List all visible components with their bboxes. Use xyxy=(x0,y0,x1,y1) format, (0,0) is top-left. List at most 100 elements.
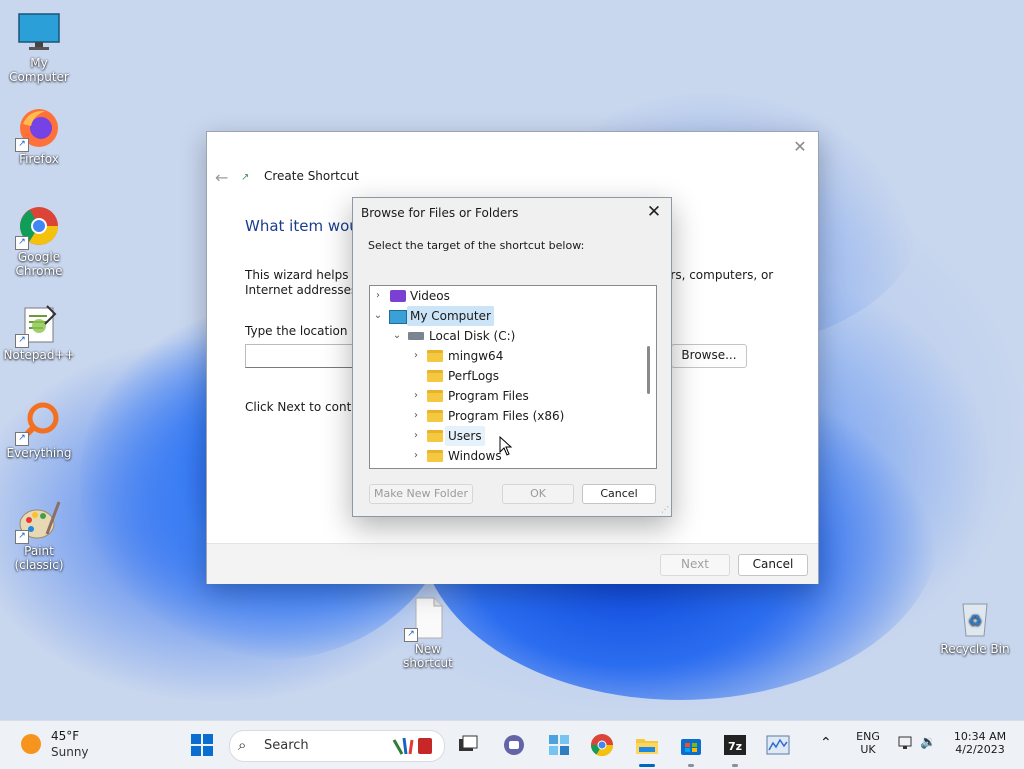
desktop-icon-notepadpp[interactable]: ↗ Notepad++ xyxy=(0,302,78,362)
shortcut-arrow-icon: ↗ xyxy=(15,432,29,446)
wizard-description-line2: Internet addresses. xyxy=(245,283,362,297)
tree-item-label: Windows xyxy=(448,449,502,463)
language-code: ENG xyxy=(856,730,880,743)
shortcut-arrow-icon: ↗ xyxy=(15,530,29,544)
folder-icon xyxy=(427,390,443,402)
tree-item-label: Videos xyxy=(410,289,450,303)
resource-monitor-icon[interactable] xyxy=(766,733,790,757)
running-app-indicator xyxy=(688,764,694,767)
clock-time: 10:34 AM xyxy=(953,730,1007,743)
weather-condition: Sunny xyxy=(51,745,89,759)
magnifier-icon: ↗ xyxy=(15,400,61,446)
chevron-right-icon[interactable]: › xyxy=(410,346,422,366)
shortcut-wizard-icon: ↗ xyxy=(241,172,250,183)
tree-item-program-files[interactable]: › Program Files xyxy=(370,386,640,406)
tree-item-label: Program Files (x86) xyxy=(448,409,565,423)
tree-item-perflogs[interactable]: PerfLogs xyxy=(370,366,640,386)
chevron-right-icon[interactable]: › xyxy=(372,286,384,306)
chevron-right-icon[interactable]: › xyxy=(410,406,422,426)
network-icon[interactable] xyxy=(898,736,914,750)
tree-item-label: Local Disk (C:) xyxy=(429,329,516,343)
wizard-title: Create Shortcut xyxy=(264,169,359,183)
desktop-icon-label: My Computer xyxy=(9,56,69,84)
notepadpp-icon: ↗ xyxy=(15,302,61,348)
file-explorer-icon[interactable] xyxy=(635,733,659,757)
desktop-icon-everything[interactable]: ↗ Everything xyxy=(0,400,78,460)
folder-icon xyxy=(427,430,443,442)
desktop: My Computer ↗ Firefox ↗ Google Chrome ↗ … xyxy=(0,0,1024,720)
recycle-bin-icon: ♻ xyxy=(953,596,997,640)
clock[interactable]: 10:34 AM 4/2/2023 xyxy=(948,730,1012,756)
widgets-icon[interactable] xyxy=(547,733,571,757)
tree-item-mingw64[interactable]: › mingw64 xyxy=(370,346,640,366)
folder-icon xyxy=(427,450,443,462)
tree-item-videos[interactable]: › Videos xyxy=(370,286,640,306)
browse-cancel-button[interactable]: Cancel xyxy=(582,484,656,504)
desktop-icon-label: Notepad++ xyxy=(3,348,75,362)
wizard-footer: Next Cancel xyxy=(207,543,818,584)
chevron-right-icon[interactable]: › xyxy=(410,426,422,446)
firefox-icon: ↗ xyxy=(15,106,61,152)
weather-temperature: 45°F xyxy=(51,729,80,743)
svg-text:7z: 7z xyxy=(728,740,742,753)
folder-tree[interactable]: › Videos ⌄ My Computer ⌄ Local Disk (C:)… xyxy=(369,285,657,469)
desktop-icon-label: Google Chrome xyxy=(15,250,63,278)
search-highlight-icon xyxy=(390,736,436,756)
tree-item-local-disk[interactable]: ⌄ Local Disk (C:) xyxy=(370,326,640,346)
desktop-icon-my-computer[interactable]: My Computer xyxy=(0,10,78,84)
resize-grip-icon[interactable]: ⋰ xyxy=(661,505,669,514)
tree-scrollbar-thumb[interactable] xyxy=(647,346,650,394)
7zip-icon[interactable]: 7z xyxy=(723,733,747,757)
desktop-icon-recycle-bin[interactable]: ♻ Recycle Bin xyxy=(936,596,1014,656)
running-app-indicator xyxy=(732,764,738,767)
tree-item-program-files-x86[interactable]: › Program Files (x86) xyxy=(370,406,640,426)
wizard-cancel-button[interactable]: Cancel xyxy=(738,554,808,576)
chevron-up-icon[interactable]: ⌃ xyxy=(820,735,832,751)
teams-chat-icon[interactable] xyxy=(502,733,526,757)
volume-icon[interactable]: 🔉 xyxy=(920,735,936,750)
browse-instruction: Select the target of the shortcut below: xyxy=(368,239,585,252)
browse-button[interactable]: Browse... xyxy=(671,344,747,368)
chrome-taskbar-icon[interactable] xyxy=(590,733,614,757)
monitor-icon xyxy=(17,10,61,54)
ok-button[interactable]: OK xyxy=(502,484,574,504)
browse-close-button[interactable]: ✕ xyxy=(643,202,665,222)
desktop-icon-chrome[interactable]: ↗ Google Chrome xyxy=(0,204,78,278)
task-view-icon[interactable] xyxy=(456,733,480,757)
chevron-right-icon[interactable]: › xyxy=(410,446,422,466)
browse-dialog: Browse for Files or Folders ✕ Select the… xyxy=(352,197,672,517)
active-app-indicator xyxy=(639,764,655,767)
chrome-icon: ↗ xyxy=(15,204,61,250)
make-new-folder-button[interactable]: Make New Folder xyxy=(369,484,473,504)
desktop-icon-label: Recycle Bin xyxy=(940,642,1010,656)
blank-file-icon: ↗ xyxy=(404,596,450,642)
taskbar: 45°F Sunny ⌕ Search 7z ⌃ ENG UK 🔉 10:34 … xyxy=(0,720,1024,769)
start-windows-icon[interactable] xyxy=(190,733,214,757)
chevron-down-icon[interactable]: ⌄ xyxy=(391,326,403,346)
shortcut-arrow-icon: ↗ xyxy=(15,334,29,348)
wizard-close-button[interactable]: ✕ xyxy=(790,137,810,157)
browse-dialog-title: Browse for Files or Folders xyxy=(361,206,519,220)
tree-item-my-computer[interactable]: ⌄ My Computer xyxy=(370,306,640,326)
tree-item-label: My Computer xyxy=(407,306,494,326)
chevron-down-icon[interactable]: ⌄ xyxy=(372,306,384,326)
search-placeholder: Search xyxy=(264,738,309,753)
taskbar-search[interactable]: ⌕ Search xyxy=(229,730,445,762)
chevron-right-icon[interactable]: › xyxy=(410,386,422,406)
shortcut-arrow-icon: ↗ xyxy=(404,628,418,642)
paint-palette-icon: ↗ xyxy=(15,498,61,544)
desktop-icon-firefox[interactable]: ↗ Firefox xyxy=(0,106,78,166)
microsoft-store-icon[interactable] xyxy=(679,733,703,757)
wizard-description-right: ers, computers, or xyxy=(663,268,774,282)
folder-icon xyxy=(427,370,443,382)
next-button[interactable]: Next xyxy=(660,554,730,576)
back-arrow-icon[interactable]: ← xyxy=(215,168,228,187)
desktop-icon-paint[interactable]: ↗ Paint (classic) xyxy=(0,498,78,572)
desktop-icon-new-shortcut[interactable]: ↗ New shortcut xyxy=(389,596,467,670)
language-indicator[interactable]: ENG UK xyxy=(852,730,884,756)
desktop-icon-label: Firefox xyxy=(19,152,59,166)
desktop-icon-label: Paint (classic) xyxy=(14,544,64,572)
folder-icon xyxy=(427,410,443,422)
shortcut-arrow-icon: ↗ xyxy=(15,236,29,250)
tree-item-label: Users xyxy=(445,426,485,446)
